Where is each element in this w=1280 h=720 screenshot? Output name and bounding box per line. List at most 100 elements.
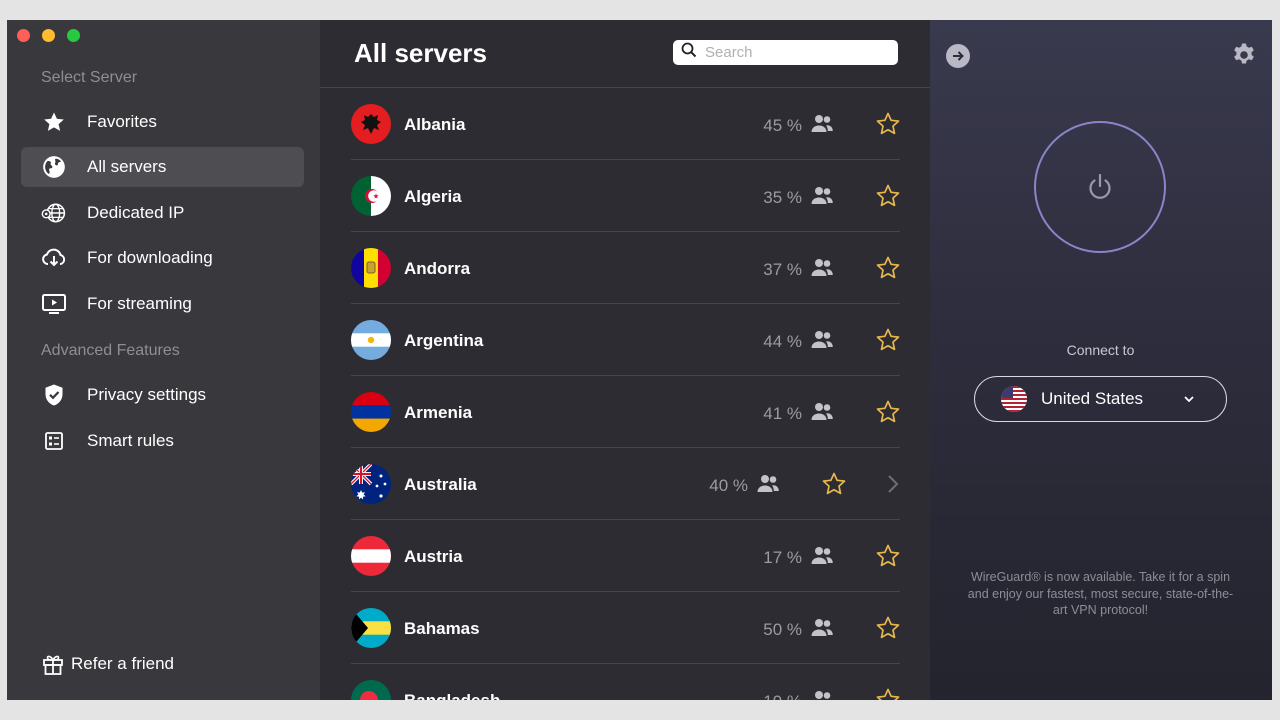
- sidebar-item-label: For downloading: [87, 248, 213, 267]
- sidebar-item-for-streaming[interactable]: For streaming: [21, 284, 304, 324]
- close-window-button[interactable]: [17, 29, 30, 42]
- page-title: All servers: [354, 38, 487, 68]
- server-load: 17 %: [763, 548, 802, 567]
- server-load: 44 %: [763, 332, 802, 351]
- server-row-bangladesh[interactable]: Bangladesh 19 %: [320, 664, 930, 700]
- section-label-select-server: Select Server: [41, 69, 138, 86]
- sidebar-item-label: All servers: [87, 157, 167, 176]
- country-name: Bangladesh: [404, 691, 500, 700]
- andorra-flag-icon: [351, 248, 391, 288]
- minimize-window-button[interactable]: [42, 29, 55, 42]
- favorite-star-icon[interactable]: [875, 183, 901, 209]
- server-load: 40 %: [709, 476, 748, 495]
- server-load: 50 %: [763, 620, 802, 639]
- country-name: Algeria: [404, 187, 462, 206]
- window-controls: [17, 29, 80, 42]
- sidebar-item-all-servers[interactable]: All servers: [21, 147, 304, 187]
- country-name: Australia: [404, 475, 477, 494]
- australia-flag-icon: [351, 464, 391, 504]
- server-load: 19 %: [763, 692, 802, 700]
- search-input[interactable]: [705, 44, 885, 61]
- country-name: Austria: [404, 547, 463, 566]
- country-name: Bahamas: [404, 619, 480, 638]
- globe-pin-icon: [41, 200, 67, 226]
- server-load: 41 %: [763, 404, 802, 423]
- sidebar: Select Server Favorites All servers Dedi…: [7, 20, 320, 700]
- argentina-flag-icon: [351, 320, 391, 360]
- favorite-star-icon[interactable]: [875, 399, 901, 425]
- selected-country: United States: [1041, 389, 1144, 408]
- star-icon: [41, 109, 67, 135]
- section-label-advanced-features: Advanced Features: [41, 342, 180, 359]
- server-list[interactable]: Albania 45 % Algeria 35 % Andorra 37 % A…: [320, 88, 930, 700]
- arrow-right-circle-icon[interactable]: [946, 44, 970, 68]
- sidebar-item-label: Favorites: [87, 112, 157, 131]
- server-row-albania[interactable]: Albania 45 %: [320, 88, 930, 160]
- country-name: Andorra: [404, 259, 471, 278]
- connect-to-label: Connect to: [1066, 342, 1135, 358]
- armenia-flag-icon: [351, 392, 391, 432]
- sidebar-item-label: Privacy settings: [87, 385, 207, 404]
- sidebar-item-favorites[interactable]: Favorites: [21, 102, 304, 142]
- power-connect-button[interactable]: [1034, 121, 1166, 253]
- algeria-flag-icon: [351, 176, 391, 216]
- server-row-algeria[interactable]: Algeria 35 %: [320, 160, 930, 232]
- app-window: Select Server Favorites All servers Dedi…: [7, 20, 1272, 700]
- search-box[interactable]: [673, 40, 898, 65]
- cloud-download-icon: [41, 245, 67, 271]
- refer-a-friend-link[interactable]: Refer a friend: [41, 652, 174, 676]
- favorite-star-icon[interactable]: [875, 615, 901, 641]
- favorite-star-icon[interactable]: [875, 687, 901, 700]
- users-icon: [811, 331, 833, 348]
- favorite-star-icon[interactable]: [875, 255, 901, 281]
- sidebar-item-dedicated-ip[interactable]: Dedicated IP: [21, 193, 304, 233]
- server-row-austria[interactable]: Austria 17 %: [320, 520, 930, 592]
- users-icon: [815, 691, 831, 699]
- server-row-andorra[interactable]: Andorra 37 %: [320, 232, 930, 304]
- users-icon: [811, 547, 833, 564]
- austria-flag-icon: [351, 536, 391, 576]
- server-row-argentina[interactable]: Argentina 44 %: [320, 304, 930, 376]
- country-name: Armenia: [404, 403, 473, 422]
- favorite-star-icon[interactable]: [875, 543, 901, 569]
- server-row-bahamas[interactable]: Bahamas 50 %: [320, 592, 930, 664]
- favorite-star-icon[interactable]: [875, 327, 901, 353]
- sidebar-item-privacy-settings[interactable]: Privacy settings: [21, 375, 304, 415]
- server-load: 37 %: [763, 260, 802, 279]
- sidebar-item-label: For streaming: [87, 294, 192, 313]
- country-select[interactable]: United States: [974, 376, 1227, 422]
- sidebar-item-smart-rules[interactable]: Smart rules: [21, 421, 304, 461]
- server-row-armenia[interactable]: Armenia 41 %: [320, 376, 930, 448]
- power-icon: [1089, 173, 1111, 199]
- users-icon: [757, 475, 779, 492]
- server-load: 35 %: [763, 188, 802, 207]
- favorite-star-icon[interactable]: [875, 111, 901, 137]
- server-load: 45 %: [763, 116, 802, 135]
- zoom-window-button[interactable]: [67, 29, 80, 42]
- server-row-australia[interactable]: Australia 40 %: [320, 448, 930, 520]
- shield-check-icon: [41, 382, 67, 408]
- search-icon: [681, 42, 697, 63]
- users-icon: [811, 187, 833, 204]
- chevron-down-icon: [1184, 396, 1194, 403]
- sidebar-item-for-downloading[interactable]: For downloading: [21, 238, 304, 278]
- country-name: Argentina: [404, 331, 484, 350]
- bahamas-flag-icon: [351, 608, 391, 648]
- refer-label: Refer a friend: [71, 654, 174, 673]
- favorite-star-icon[interactable]: [821, 471, 847, 497]
- globe-icon: [41, 154, 67, 180]
- users-icon: [811, 259, 833, 276]
- us-flag-icon: [1001, 386, 1027, 412]
- country-name: Albania: [404, 115, 466, 134]
- gift-icon: [41, 652, 65, 676]
- rules-list-icon: [41, 428, 67, 454]
- chevron-right-icon[interactable]: [886, 474, 900, 494]
- users-icon: [811, 619, 833, 636]
- users-icon: [811, 115, 833, 132]
- promo-text: WireGuard® is now available. Take it for…: [967, 570, 1234, 617]
- users-icon: [811, 403, 833, 420]
- albania-flag-icon: [351, 104, 391, 144]
- bangladesh-flag-icon: [351, 680, 391, 700]
- gear-icon[interactable]: [1231, 42, 1257, 68]
- sidebar-item-label: Dedicated IP: [87, 203, 185, 222]
